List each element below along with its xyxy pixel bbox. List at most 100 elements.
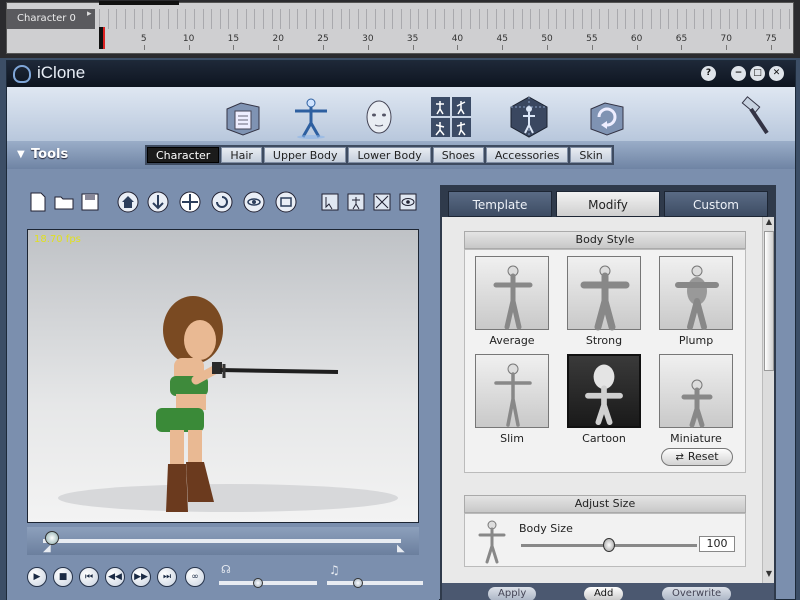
preview-eye-icon[interactable] [397, 191, 419, 213]
export-icon[interactable] [585, 95, 629, 139]
timeline-cell-divider [116, 9, 118, 29]
tab-skin[interactable]: Skin [570, 147, 612, 163]
reset-button[interactable]: ⇄ Reset [661, 448, 733, 466]
timeline-frame-cells[interactable] [99, 9, 790, 29]
timeline-cell-divider [763, 9, 765, 29]
scrub-start-marker-icon[interactable]: ◢ [43, 543, 51, 554]
character-model[interactable] [28, 230, 420, 524]
tab-upper-body[interactable]: Upper Body [263, 147, 347, 163]
apply-button[interactable]: Apply [488, 587, 537, 600]
timeline-track[interactable]: Character 0 ▸ 5 10 15 20 25 30 35 40 45 50 55 60 65 7… [6, 1, 794, 54]
timeline-cell-divider [426, 9, 428, 29]
fit-view-icon[interactable] [371, 191, 393, 213]
ruler-tick-label: 60 [630, 34, 643, 44]
track-label[interactable]: Character 0 [7, 9, 95, 29]
body-style-strong-thumb[interactable] [567, 256, 641, 331]
loop-button[interactable]: ∞ [185, 567, 205, 587]
timeline-cell-divider [245, 9, 247, 29]
set-icon[interactable] [507, 95, 551, 139]
tab-accessories[interactable]: Accessories [485, 147, 569, 163]
help-button[interactable]: ? [701, 66, 716, 81]
body-style-plump-label: Plump [678, 334, 714, 347]
music-note-icon: ♫ [329, 563, 340, 577]
hammer-icon[interactable] [735, 95, 779, 139]
tab-custom[interactable]: Custom [664, 191, 768, 217]
timeline-cell-divider [599, 9, 601, 29]
timeline-cell-divider [124, 9, 126, 29]
tab-character[interactable]: Character [147, 147, 220, 163]
body-style-slim-label: Slim [500, 432, 524, 445]
actor-select-icon[interactable] [345, 191, 367, 213]
tab-template[interactable]: Template [448, 191, 552, 217]
ruler-tick-label: 70 [720, 34, 732, 44]
title-bar[interactable]: iClone ? − □ ✕ [7, 61, 795, 87]
ruler-tick-mark [367, 45, 369, 50]
add-button[interactable]: Add [584, 587, 624, 600]
track-expand-icon[interactable]: ▸ [87, 9, 92, 19]
body-style-average-thumb[interactable] [475, 256, 549, 330]
tools-label[interactable]: Tools [31, 147, 68, 162]
body-style-slim-thumb[interactable] [475, 354, 549, 428]
body-size-value-field[interactable]: 100 [699, 536, 735, 552]
camera-view-icon[interactable] [275, 191, 297, 213]
open-folder-icon[interactable] [53, 191, 75, 213]
close-button[interactable]: ✕ [769, 66, 784, 81]
timeline-cell-divider [219, 9, 221, 29]
orbit-icon[interactable] [243, 191, 265, 213]
project-icon[interactable] [221, 95, 265, 139]
scroll-up-icon[interactable]: ▲ [764, 217, 774, 229]
timeline-cell-divider [271, 9, 273, 29]
new-file-icon[interactable] [27, 191, 49, 213]
3d-viewport[interactable]: 18.70 fps [27, 229, 419, 523]
timeline-cell-divider [237, 9, 238, 29]
timeline-cell-divider [297, 9, 299, 29]
timeline-range-bar[interactable] [99, 1, 179, 5]
timeline-cell-divider [530, 9, 532, 29]
body-style-average-label: Average [489, 334, 535, 347]
scroll-down-icon[interactable]: ▼ [764, 569, 774, 581]
music-slider-knob[interactable] [353, 578, 363, 588]
timeline-cell-divider [99, 9, 100, 29]
body-size-slider-knob[interactable] [603, 538, 615, 552]
save-icon[interactable] [79, 191, 101, 213]
maximize-button[interactable]: □ [750, 66, 765, 81]
overwrite-button[interactable]: Overwrite [662, 587, 732, 600]
volume-slider-knob[interactable] [253, 578, 263, 588]
rewind-button[interactable]: ◀◀ [105, 567, 125, 587]
select-icon[interactable] [319, 191, 341, 213]
minimize-button[interactable]: − [731, 66, 746, 81]
go-end-button[interactable]: ⏭ [157, 567, 177, 587]
timeline-cell-divider [168, 9, 169, 29]
tab-lower-body[interactable]: Lower Body [348, 147, 431, 163]
actor-icon[interactable] [289, 95, 333, 139]
animation-icon[interactable] [429, 95, 473, 139]
timeline-cell-divider [211, 9, 213, 29]
tab-shoes[interactable]: Shoes [432, 147, 484, 163]
panel-scrollbar[interactable]: ▲ ▼ [762, 217, 774, 583]
play-button[interactable]: ▶ [27, 567, 47, 587]
timeline-cell-divider [228, 9, 230, 29]
stop-button[interactable]: ■ [53, 567, 73, 587]
pan-icon[interactable] [179, 191, 201, 213]
tab-hair[interactable]: Hair [221, 147, 262, 163]
volume-slider-track[interactable] [219, 581, 317, 585]
ruler-tick-mark [233, 45, 235, 50]
timeline-cell-divider [478, 9, 480, 29]
music-slider-track[interactable] [327, 581, 423, 585]
move-down-icon[interactable] [147, 191, 169, 213]
tab-modify[interactable]: Modify [556, 191, 660, 217]
go-start-button[interactable]: ⏮ [79, 567, 99, 587]
tools-collapse-icon[interactable]: ▼ [17, 149, 25, 160]
fast-forward-button[interactable]: ▶▶ [131, 567, 151, 587]
scrub-end-marker-icon[interactable]: ◣ [397, 543, 405, 554]
scrollbar-thumb[interactable] [764, 231, 774, 371]
rotate-icon[interactable] [211, 191, 233, 213]
scrubber-track[interactable] [43, 539, 401, 543]
home-view-icon[interactable] [117, 191, 139, 213]
body-style-miniature-thumb[interactable] [659, 354, 733, 428]
time-scrubber[interactable]: ◢ ◣ [27, 527, 419, 555]
tools-row: ▼ Tools Character Hair Upper Body Lower … [7, 141, 795, 169]
body-style-cartoon-thumb[interactable] [567, 354, 641, 428]
face-icon[interactable] [357, 95, 401, 139]
body-style-plump-thumb[interactable] [659, 256, 733, 330]
